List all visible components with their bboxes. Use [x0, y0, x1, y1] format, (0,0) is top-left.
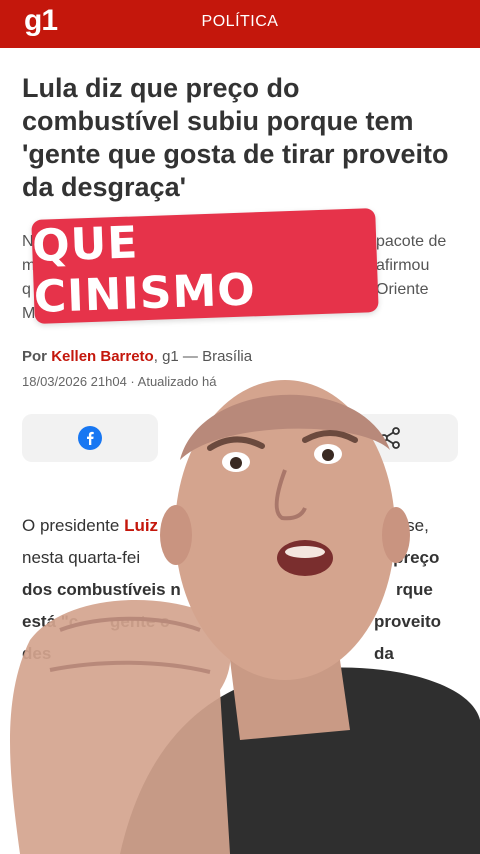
- subtitle-right-fragments: pacote de afirmou Oriente: [376, 230, 476, 302]
- article-body: O presidente Luiz ) disse, nesta quarta-…: [22, 510, 462, 670]
- body-line: nesta quarta-fei o preço: [22, 542, 462, 574]
- byline-location: , g1 — Brasília: [153, 348, 253, 365]
- section-title[interactable]: POLÍTICA: [0, 13, 480, 31]
- share-icon: [380, 427, 400, 449]
- body-text-fragment: rque: [396, 580, 433, 599]
- subtitle-fragment: afirmou: [376, 257, 430, 274]
- article-headline: Lula diz que preço do combustível subiu …: [22, 73, 449, 202]
- body-text-fragment: dos combustíveis n: [22, 580, 181, 599]
- president-link[interactable]: Luiz: [124, 516, 158, 535]
- publish-date: 18/03/2026 21h04 · Atualizado há: [22, 374, 217, 389]
- share-button[interactable]: [322, 414, 458, 462]
- subtitle-fragment: Oriente: [376, 281, 429, 298]
- body-text-fragment: gente c: [110, 612, 170, 631]
- author-link[interactable]: Kellen Barreto: [51, 348, 154, 365]
- body-text-fragment: ) disse,: [374, 516, 429, 535]
- body-text-fragment: O presidente: [22, 516, 125, 535]
- overlay-caption: QUE CINISMO: [31, 208, 379, 324]
- body-line: O presidente Luiz ) disse,: [22, 510, 462, 542]
- body-text-fragment: o preço: [378, 548, 440, 567]
- overlay-caption-text: QUE CINISMO: [31, 217, 257, 323]
- facebook-icon: [78, 426, 102, 450]
- body-text-fragment: está "c: [22, 612, 79, 631]
- facebook-share-button[interactable]: [22, 414, 158, 462]
- top-bar: g1 POLÍTICA: [0, 0, 480, 48]
- body-line: dos combustíveis n rque: [22, 574, 462, 606]
- body-text-fragment: proveito da: [374, 612, 442, 663]
- body-line: está "c gente c proveito da: [22, 606, 462, 663]
- body-text-fragment: nesta quarta-fei: [22, 548, 141, 567]
- byline-prefix: Por: [22, 348, 48, 365]
- subtitle-fragment: pacote de: [376, 233, 447, 250]
- body-text-fragment: des: [22, 644, 52, 663]
- byline: Por Kellen Barreto, g1 — Brasília: [22, 348, 252, 365]
